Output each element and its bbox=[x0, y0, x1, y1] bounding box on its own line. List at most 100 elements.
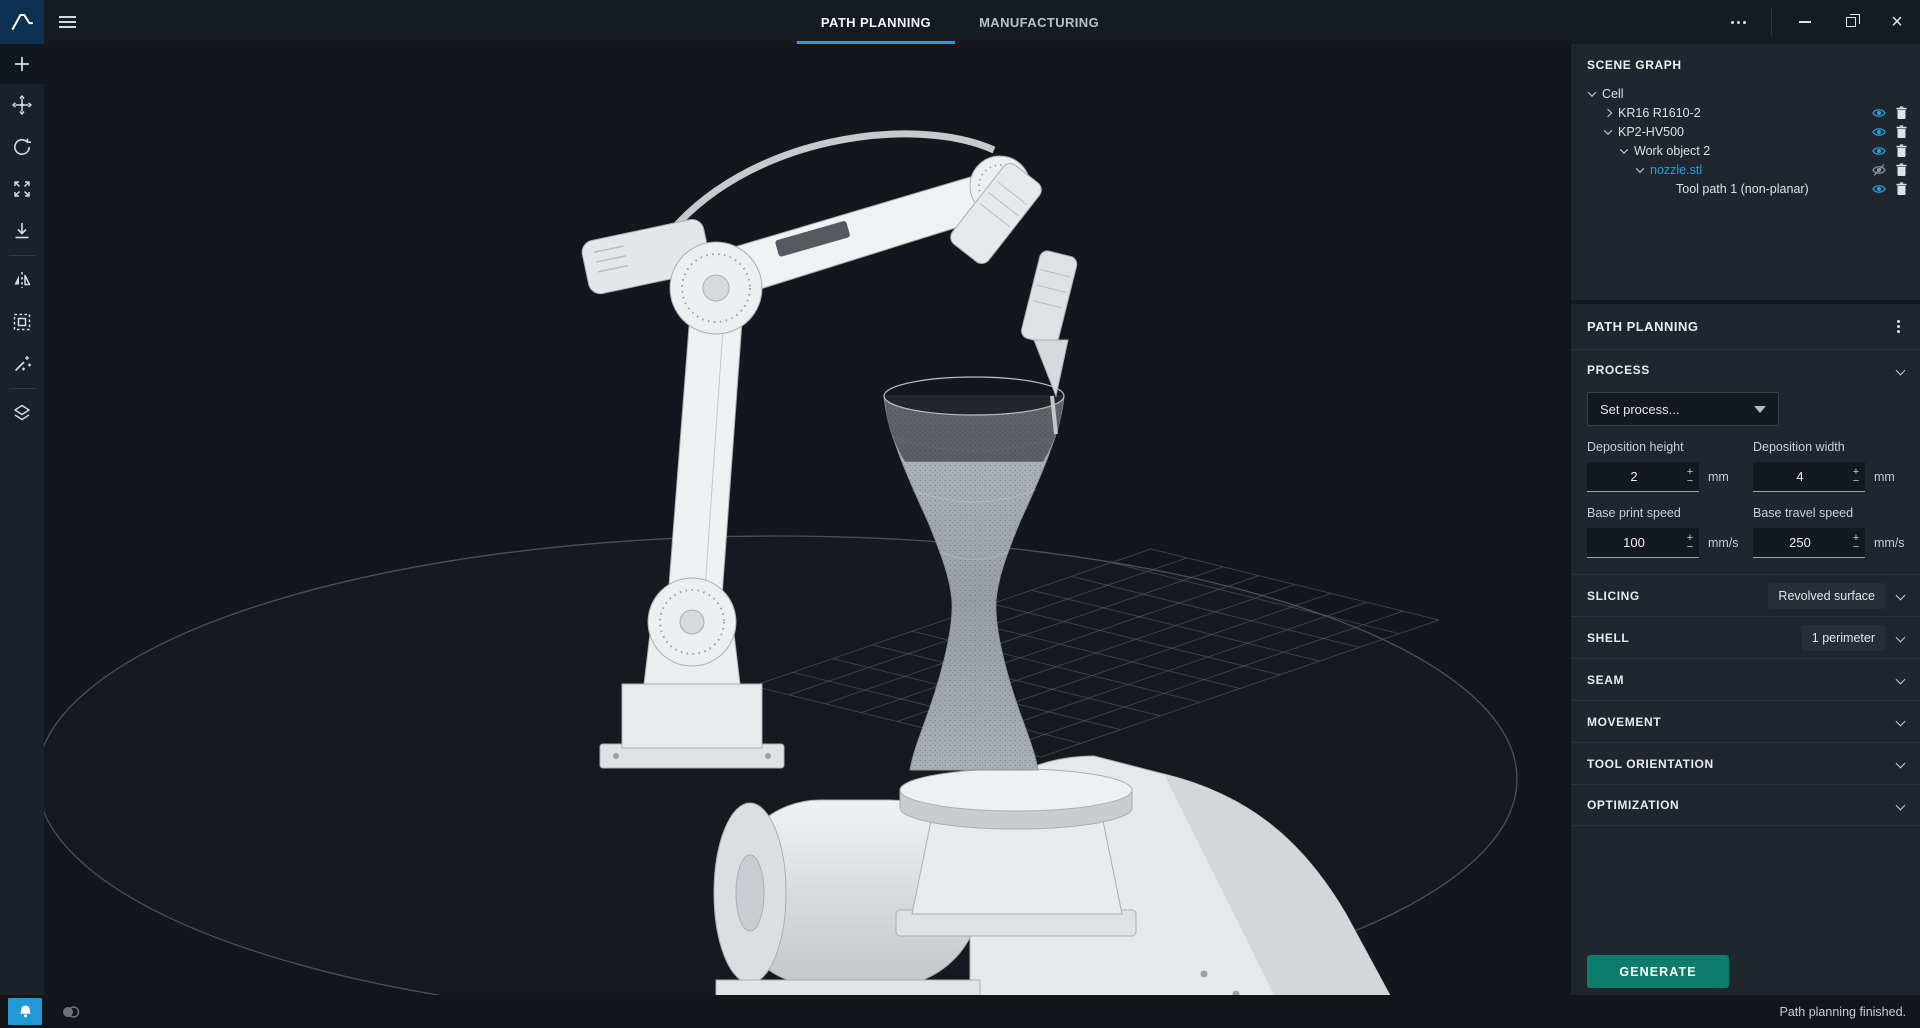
window-controls: × bbox=[1715, 0, 1920, 44]
turntable[interactable] bbox=[896, 769, 1136, 936]
plus-icon bbox=[11, 53, 33, 75]
chevron-down-icon[interactable] bbox=[1636, 164, 1644, 172]
dual-circles-icon bbox=[60, 1004, 82, 1020]
toolbar-divider bbox=[9, 255, 35, 256]
viewport-canvas bbox=[44, 44, 1570, 995]
unit-label: mm bbox=[1874, 470, 1895, 484]
mirror-tool-button[interactable] bbox=[0, 259, 44, 301]
trash-icon[interactable] bbox=[1895, 163, 1908, 177]
generate-button[interactable]: GENERATE bbox=[1587, 955, 1729, 988]
move-tool-button[interactable] bbox=[0, 84, 44, 126]
decrement-button[interactable]: − bbox=[1684, 543, 1696, 552]
decrement-button[interactable]: − bbox=[1684, 477, 1696, 486]
3d-viewport[interactable] bbox=[44, 44, 1570, 995]
section-label: TOOL ORIENTATION bbox=[1587, 757, 1714, 771]
chevron-right-icon[interactable] bbox=[1604, 108, 1612, 116]
section-slicing[interactable]: SLICING Revolved surface bbox=[1571, 574, 1920, 616]
decrement-button[interactable]: − bbox=[1850, 477, 1862, 486]
close-button[interactable]: × bbox=[1874, 0, 1920, 44]
eye-visible-icon[interactable] bbox=[1871, 106, 1887, 120]
trash-icon[interactable] bbox=[1895, 106, 1908, 120]
set-process-dropdown[interactable]: Set process... bbox=[1587, 392, 1779, 426]
field-label: Deposition height bbox=[1587, 440, 1753, 454]
chevron-down-icon[interactable] bbox=[1604, 126, 1612, 134]
base-print-speed-input[interactable] bbox=[1587, 528, 1699, 557]
scene-graph-title: SCENE GRAPH bbox=[1571, 58, 1920, 84]
tree-node-nozzle-stl[interactable]: nozzle.stl bbox=[1571, 160, 1920, 179]
layers-tool-button[interactable] bbox=[0, 392, 44, 434]
chevron-down-icon[interactable] bbox=[1588, 88, 1596, 96]
section-shell[interactable]: SHELL 1 perimeter bbox=[1571, 616, 1920, 658]
set-process-value: Set process... bbox=[1600, 402, 1679, 417]
section-tool-orientation[interactable]: TOOL ORIENTATION bbox=[1571, 742, 1920, 784]
tab-manufacturing[interactable]: MANUFACTURING bbox=[955, 0, 1123, 44]
tree-node-kr16[interactable]: KR16 R1610-2 bbox=[1571, 103, 1920, 122]
rotate-icon bbox=[11, 136, 33, 158]
trash-icon[interactable] bbox=[1895, 182, 1908, 196]
trash-icon[interactable] bbox=[1895, 125, 1908, 139]
tree-node-label: KP2-HV500 bbox=[1618, 125, 1684, 139]
kebab-menu-icon[interactable] bbox=[1893, 314, 1904, 339]
process-title: PROCESS bbox=[1587, 363, 1650, 377]
field-label: Deposition width bbox=[1753, 440, 1919, 454]
eye-visible-icon[interactable] bbox=[1871, 144, 1887, 158]
tree-node-work-object-2[interactable]: Work object 2 bbox=[1571, 141, 1920, 160]
unit-label: mm/s bbox=[1708, 536, 1739, 550]
base-travel-speed-input[interactable] bbox=[1753, 528, 1865, 557]
chevron-down-icon bbox=[1896, 591, 1906, 601]
section-seam[interactable]: SEAM bbox=[1571, 658, 1920, 700]
magic-wand-icon bbox=[11, 353, 33, 375]
close-icon: × bbox=[1891, 12, 1903, 32]
marquee-icon bbox=[11, 311, 33, 333]
auto-generate-tool-button[interactable] bbox=[0, 343, 44, 385]
chevron-down-icon bbox=[1896, 675, 1906, 685]
base-print-speed-field: Base print speed + − mm/s bbox=[1587, 506, 1753, 558]
tree-node-kp2[interactable]: KP2-HV500 bbox=[1571, 122, 1920, 141]
select-region-tool-button[interactable] bbox=[0, 301, 44, 343]
tree-node-tool-path-1[interactable]: Tool path 1 (non-planar) bbox=[1571, 179, 1920, 198]
chevron-down-icon bbox=[1896, 365, 1906, 375]
scale-tool-button[interactable] bbox=[0, 168, 44, 210]
restore-icon bbox=[1846, 17, 1856, 27]
chevron-down-icon bbox=[1896, 800, 1906, 810]
section-label: MOVEMENT bbox=[1587, 715, 1661, 729]
trash-icon[interactable] bbox=[1895, 144, 1908, 158]
path-planning-section: PATH PLANNING PROCESS Set process... Dep… bbox=[1571, 300, 1920, 995]
eye-visible-icon[interactable] bbox=[1871, 125, 1887, 139]
eye-visible-icon[interactable] bbox=[1871, 182, 1887, 196]
eye-hidden-icon[interactable] bbox=[1871, 163, 1887, 177]
bell-icon bbox=[18, 1004, 33, 1019]
mirror-icon bbox=[11, 269, 33, 291]
decrement-button[interactable]: − bbox=[1850, 543, 1862, 552]
section-optimization[interactable]: OPTIMIZATION bbox=[1571, 784, 1920, 826]
tree-node-label: Tool path 1 (non-planar) bbox=[1676, 182, 1809, 196]
section-movement[interactable]: MOVEMENT bbox=[1571, 700, 1920, 742]
import-tool-button[interactable] bbox=[0, 210, 44, 252]
section-value-badge: 1 perimeter bbox=[1802, 625, 1885, 651]
chevron-down-icon[interactable] bbox=[1620, 145, 1628, 153]
more-options-button[interactable] bbox=[1715, 0, 1761, 44]
status-message: Path planning finished. bbox=[1780, 1005, 1906, 1019]
process-section-header[interactable]: PROCESS bbox=[1571, 350, 1920, 390]
minimize-button[interactable] bbox=[1782, 0, 1828, 44]
deposition-width-input[interactable] bbox=[1753, 462, 1865, 491]
toolbar-divider bbox=[9, 388, 35, 389]
settings-sections: SLICING Revolved surface SHELL 1 perimet… bbox=[1571, 574, 1920, 826]
maximize-button[interactable] bbox=[1828, 0, 1874, 44]
scene-graph-section: SCENE GRAPH Cell KR16 R1610-2 bbox=[1571, 44, 1920, 300]
tree-node-label: KR16 R1610-2 bbox=[1618, 106, 1701, 120]
tree-node-cell[interactable]: Cell bbox=[1571, 84, 1920, 103]
process-fields: Deposition height + − mm Deposition widt… bbox=[1587, 440, 1904, 572]
add-tool-button[interactable] bbox=[0, 44, 44, 84]
left-toolbar bbox=[0, 44, 44, 995]
render-mode-toggle[interactable] bbox=[60, 1004, 82, 1020]
notifications-button[interactable] bbox=[8, 998, 42, 1025]
mode-tabs: PATH PLANNING MANUFACTURING bbox=[797, 0, 1123, 44]
rotate-tool-button[interactable] bbox=[0, 126, 44, 168]
deposition-height-input[interactable] bbox=[1587, 462, 1699, 491]
tab-path-planning[interactable]: PATH PLANNING bbox=[797, 0, 955, 44]
main-menu-button[interactable] bbox=[44, 0, 90, 44]
field-label: Base travel speed bbox=[1753, 506, 1919, 520]
path-planning-title: PATH PLANNING bbox=[1587, 319, 1698, 334]
minimize-icon bbox=[1799, 21, 1811, 23]
